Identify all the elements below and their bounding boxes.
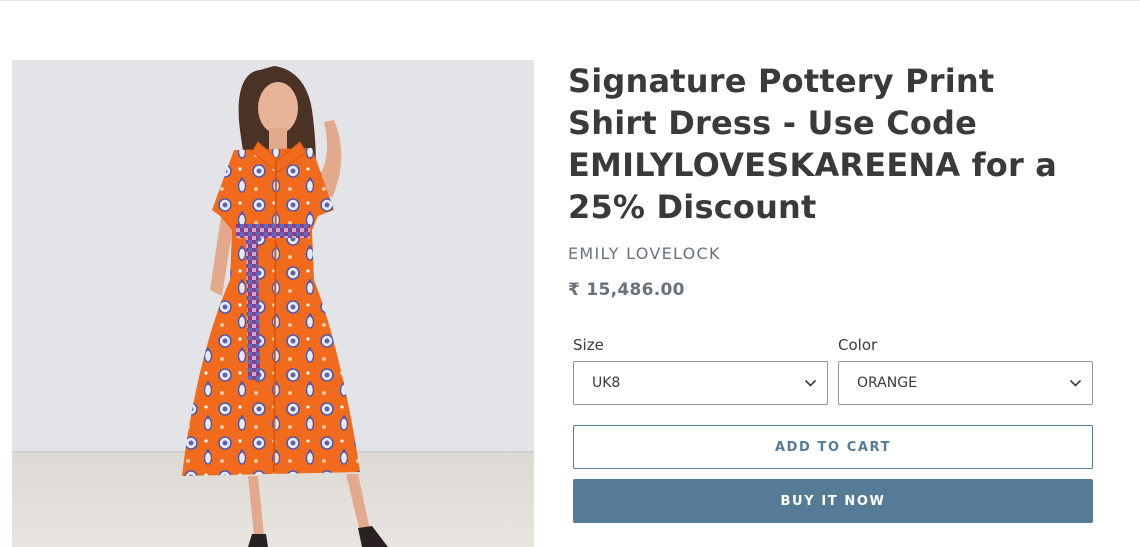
- size-select[interactable]: UK8: [573, 361, 828, 405]
- product-image[interactable]: [12, 60, 534, 547]
- product-info: Signature Pottery Print Shirt Dress - Us…: [568, 60, 1093, 523]
- add-to-cart-button[interactable]: ADD TO CART: [573, 425, 1093, 469]
- product-photo: [12, 60, 534, 547]
- size-selected-value: UK8: [592, 375, 621, 391]
- vendor-name: EMILY LOVELOCK: [568, 244, 721, 263]
- color-label: Color: [838, 336, 878, 354]
- size-variant: Size UK8: [573, 336, 828, 405]
- chevron-down-icon: [804, 379, 817, 387]
- chevron-down-icon: [1069, 379, 1082, 387]
- header-divider: [0, 0, 1140, 1]
- variant-selectors: Size UK8 Color ORANGE: [573, 336, 1093, 405]
- product-title: Signature Pottery Print Shirt Dress - Us…: [568, 62, 1058, 226]
- size-label: Size: [573, 336, 604, 354]
- color-variant: Color ORANGE: [838, 336, 1093, 405]
- color-select[interactable]: ORANGE: [838, 361, 1093, 405]
- product-price: ₹ 15,486.00: [568, 280, 685, 300]
- color-selected-value: ORANGE: [857, 375, 917, 391]
- buy-now-button[interactable]: BUY IT NOW: [573, 479, 1093, 523]
